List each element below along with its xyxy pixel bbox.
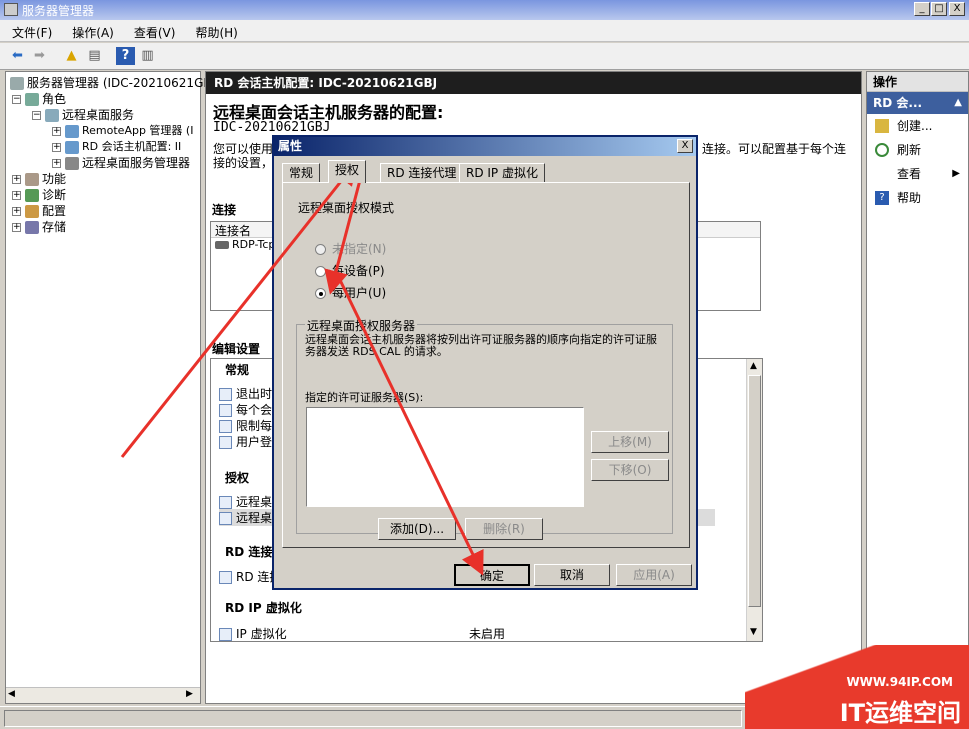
arrow-to-ok xyxy=(338,279,484,576)
watermark: WWW.94IP.COM IT运维空间 xyxy=(745,645,969,729)
annotation-arrows xyxy=(120,160,484,576)
watermark-url: WWW.94IP.COM xyxy=(846,675,953,689)
tab-licensing[interactable]: 授权 xyxy=(328,160,367,183)
arrow-to-per-user xyxy=(324,179,362,295)
watermark-brand: IT运维空间 xyxy=(839,699,961,727)
arrow-to-licensing-tab xyxy=(120,160,358,458)
